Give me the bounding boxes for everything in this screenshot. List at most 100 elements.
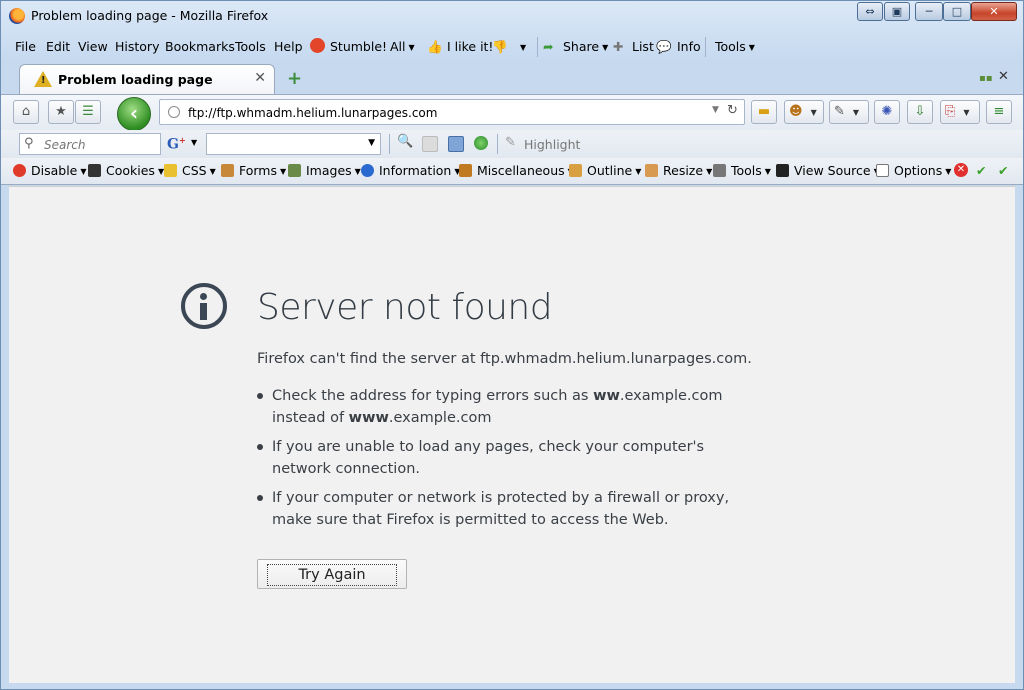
forms-menu[interactable]: Forms ▼ (221, 163, 286, 178)
all-dropdown[interactable]: All ▼ (390, 39, 415, 54)
resize-menu[interactable]: Resize ▼ (645, 163, 712, 178)
suggestion-text: Check the address for typing errors such… (272, 388, 594, 404)
menu-bar: File Edit View History Bookmarks Tools H… (9, 35, 1015, 59)
reload-icon[interactable]: ↻ (727, 103, 738, 118)
firebug-icon[interactable]: ✺ (874, 100, 900, 124)
page-icon[interactable] (422, 136, 438, 152)
back-button[interactable]: ‹ (117, 97, 151, 131)
maximize-button[interactable]: □ (943, 2, 971, 21)
menu-help[interactable]: Help (274, 39, 303, 54)
forms-label: Forms (239, 163, 278, 178)
outline-menu[interactable]: Outline ▼ (569, 163, 641, 178)
share-button[interactable]: Share ▼ (563, 39, 608, 54)
try-again-label: Try Again (267, 564, 397, 586)
home-icon[interactable]: ⌂ (13, 100, 39, 124)
miscellaneous-label: Miscellaneous (477, 163, 565, 178)
list-icon[interactable]: ✚ (613, 39, 623, 54)
tools-button[interactable]: Tools ▼ (715, 39, 755, 54)
options-menu[interactable]: Options ▼ (876, 163, 951, 178)
bookmark-star-icon[interactable]: ★ (48, 100, 74, 124)
error-status-icon[interactable]: ✕ (954, 163, 968, 177)
chevron-down-icon: ▼ (80, 167, 87, 176)
images-menu[interactable]: Images ▼ (288, 163, 361, 178)
panorama-icon[interactable]: ▣ (884, 2, 910, 21)
try-again-button[interactable]: Try Again (257, 559, 407, 589)
check-icon[interactable]: ✔ (998, 163, 1008, 178)
highlight-button[interactable]: Highlight (524, 137, 580, 152)
bookmark-list-icon[interactable]: ☰ (75, 100, 101, 124)
close-tabs-icon[interactable]: ✕ (998, 69, 1009, 84)
url-input[interactable] (186, 103, 690, 123)
tab-problem-loading[interactable]: ! Problem loading page ✕ (19, 64, 275, 94)
information-label: Information (379, 163, 452, 178)
navigation-bar: ⌂ ★ ☰ ‹ ▼ ↻ ▬ ☻▼ ✎▼ ✺ ⇩ ⎘▼ ≡ (1, 94, 1023, 131)
globe-icon (168, 106, 180, 118)
information-menu[interactable]: Information ▼ (361, 163, 461, 178)
thumbs-up-icon[interactable]: 👍 (427, 39, 443, 55)
separator (497, 134, 498, 154)
info-button[interactable]: Info (677, 39, 701, 54)
thumbs-down-icon[interactable]: 👎 (492, 39, 508, 55)
url-history-dropdown-icon[interactable]: ▼ (712, 105, 719, 115)
chevron-down-icon[interactable]: ▼ (191, 138, 197, 147)
info-speech-icon[interactable]: 💬 (656, 39, 672, 55)
chevron-down-icon[interactable]: ▼ (517, 39, 526, 54)
download-icon[interactable]: ⇩ (907, 100, 933, 124)
suggestion-text: .example.com (388, 410, 492, 426)
page-content: Server not found Firefox can't find the … (9, 186, 1015, 684)
all-label: All (390, 39, 406, 54)
url-bar[interactable]: ▼ ↻ (159, 99, 745, 125)
chevron-down-icon: ▼ (368, 138, 375, 148)
disable-menu[interactable]: Disable ▼ (13, 163, 87, 178)
separator (389, 134, 390, 154)
tab-groups-icon[interactable]: ▪▪ (979, 73, 993, 84)
find-combobox[interactable]: ▼ (206, 133, 381, 155)
firefox-icon (9, 8, 25, 24)
i-like-it-button[interactable]: I like it! (447, 39, 493, 54)
tab-close-icon[interactable]: ✕ (254, 70, 266, 86)
tools-dev-menu[interactable]: Tools ▼ (713, 163, 771, 178)
separator (537, 37, 538, 57)
chevron-down-icon: ▼ (280, 167, 287, 176)
outline-label: Outline (587, 163, 633, 178)
search-box[interactable]: ⚲ (19, 133, 161, 155)
menu-history[interactable]: History (115, 39, 159, 54)
menu-hamburger-icon[interactable]: ≡ (986, 100, 1012, 124)
list-button[interactable]: List (632, 39, 654, 54)
menu-file[interactable]: File (15, 39, 36, 54)
new-tab-icon[interactable]: + (287, 68, 302, 89)
disable-label: Disable (31, 163, 78, 178)
zoom-icon[interactable]: 🔍 (397, 134, 413, 149)
images-icon (288, 164, 301, 177)
share-icon[interactable]: ➦ (543, 39, 553, 54)
copy-icon[interactable] (448, 136, 464, 152)
stumbleupon-icon[interactable] (310, 38, 325, 53)
stumble-button[interactable]: Stumble! (330, 39, 387, 54)
world-icon[interactable] (474, 136, 488, 150)
restore-tabs-icon[interactable]: ⇔ (857, 2, 883, 21)
greasemonkey-icon[interactable]: ☻ ▼ (784, 100, 824, 124)
menu-view[interactable]: View (78, 39, 108, 54)
eyedropper-icon[interactable]: ✎ ▼ (829, 100, 869, 124)
google-plus-icon[interactable]: G+ (167, 135, 186, 153)
menu-edit[interactable]: Edit (46, 39, 70, 54)
miscellaneous-menu[interactable]: Miscellaneous▼ (459, 163, 574, 178)
error-suggestions: Check the address for typing errors such… (257, 385, 757, 538)
check-icon[interactable]: ✔ (976, 163, 986, 178)
pdf-icon[interactable]: ⎘ ▼ (940, 100, 980, 124)
view-source-menu[interactable]: View Source▼ (776, 163, 880, 178)
close-button[interactable]: ✕ (971, 2, 1017, 21)
ruler-icon[interactable]: ▬ (751, 100, 777, 124)
search-input[interactable] (42, 136, 161, 154)
options-icon (876, 164, 889, 177)
menu-bookmarks[interactable]: Bookmarks (165, 39, 235, 54)
menu-tools[interactable]: Tools (235, 39, 266, 54)
info-icon (181, 283, 227, 329)
cookies-menu[interactable]: Cookies ▼ (88, 163, 164, 178)
highlighter-icon[interactable]: ✎ (505, 135, 516, 150)
minimize-button[interactable]: ─ (915, 2, 943, 21)
window-title: Problem loading page - Mozilla Firefox (31, 8, 269, 23)
css-menu[interactable]: CSS ▼ (164, 163, 216, 178)
view-source-icon (776, 164, 789, 177)
warning-exclamation: ! (41, 75, 46, 86)
